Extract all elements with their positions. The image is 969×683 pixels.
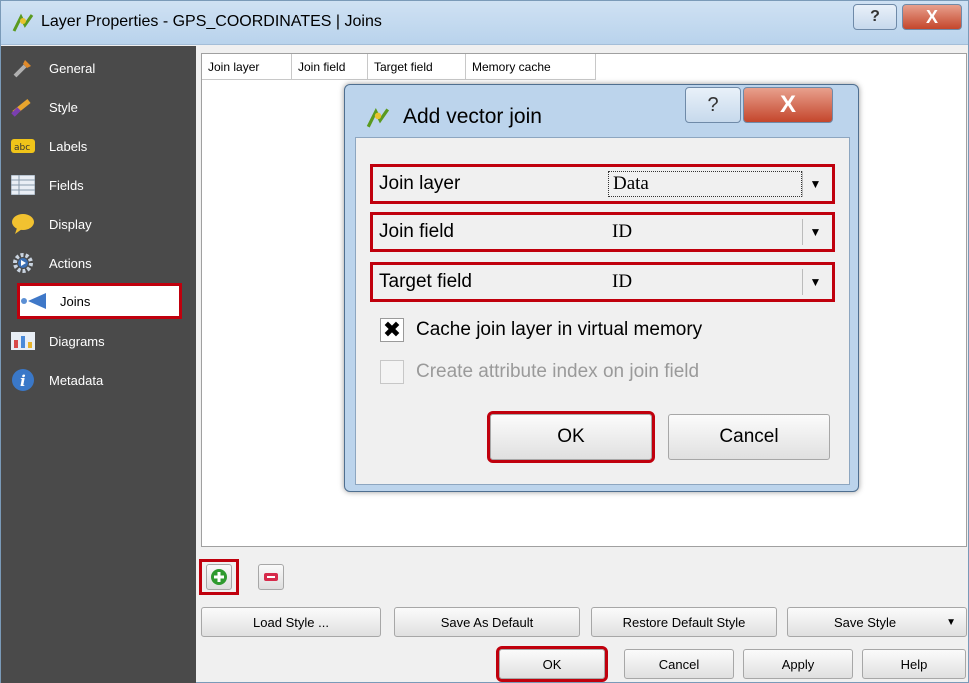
svg-text:abc: abc [14, 143, 30, 153]
cache-join-layer-checkbox-row[interactable]: ✖ Cache join layer in virtual memory [380, 315, 702, 345]
sidebar-item-metadata[interactable]: i Metadata [9, 362, 191, 398]
sidebar-item-joins[interactable]: Joins [17, 283, 182, 319]
dialog-close-button[interactable]: X [743, 87, 833, 123]
sidebar-item-fields[interactable]: Fields [9, 167, 191, 203]
join-field-row: Join field ID ▼ [370, 212, 835, 252]
window-title: Layer Properties - GPS_COORDINATES | Joi… [41, 13, 382, 30]
gear-icon [9, 251, 37, 275]
plus-icon [211, 569, 227, 585]
join-field-select[interactable]: ID ▼ [608, 217, 828, 247]
dialog-help-button[interactable]: ? [685, 87, 741, 123]
help-bottom-button[interactable]: Help [862, 649, 966, 679]
join-layer-label: Join layer [379, 173, 461, 194]
qgis-logo-icon [12, 13, 34, 32]
sidebar-item-label: Display [49, 216, 92, 232]
create-index-checkbox [380, 360, 404, 384]
sidebar-item-actions[interactable]: Actions [9, 245, 191, 281]
svg-text:i: i [20, 372, 26, 390]
speech-bubble-icon [9, 212, 37, 236]
join-field-value: ID [612, 221, 633, 242]
target-field-value: ID [612, 271, 633, 292]
table-icon [9, 173, 37, 197]
chevron-down-icon[interactable]: ▼ [802, 269, 828, 295]
brush-icon [9, 95, 37, 119]
sidebar-item-diagrams[interactable]: Diagrams [9, 323, 191, 359]
column-header-join-layer[interactable]: Join layer [202, 54, 292, 80]
minus-icon [264, 573, 278, 581]
dialog-ok-button[interactable]: OK [487, 411, 655, 463]
column-header-join-field[interactable]: Join field [292, 54, 368, 80]
save-style-button[interactable]: Save Style ▼ [787, 607, 967, 637]
info-icon: i [9, 368, 37, 392]
apply-button[interactable]: Apply [743, 649, 853, 679]
sidebar-item-general[interactable]: General [9, 50, 191, 86]
join-icon [20, 289, 48, 313]
remove-join-button[interactable] [251, 559, 291, 595]
ok-button[interactable]: OK [496, 646, 608, 682]
qgis-logo-icon [366, 107, 390, 128]
sidebar-item-label: Actions [49, 255, 92, 271]
chevron-down-icon[interactable]: ▼ [802, 219, 828, 245]
sidebar-item-label: Joins [60, 293, 91, 309]
add-join-button[interactable] [199, 559, 239, 595]
save-as-default-button[interactable]: Save As Default [394, 607, 580, 637]
target-field-label: Target field [379, 271, 472, 292]
help-button[interactable]: ? [853, 4, 897, 30]
cache-join-layer-label: Cache join layer in virtual memory [416, 319, 703, 340]
column-header-memory-cache[interactable]: Memory cache [466, 54, 596, 80]
sidebar-item-label: Diagrams [49, 333, 105, 349]
restore-default-style-button[interactable]: Restore Default Style [591, 607, 777, 637]
column-header-target-field[interactable]: Target field [368, 54, 466, 80]
join-layer-select[interactable]: Data ▼ [608, 169, 828, 199]
target-field-row: Target field ID ▼ [370, 262, 835, 302]
dialog-title-bar: Add vector join ? X [345, 85, 858, 137]
dialog-body: Join layer Data ▼ Join field ID ▼ Target… [355, 137, 850, 485]
join-field-label: Join field [379, 221, 454, 242]
sidebar-item-label: General [49, 60, 96, 76]
abc-label-icon: abc [9, 134, 37, 158]
sidebar-item-labels[interactable]: abc Labels [9, 128, 191, 164]
join-layer-row: Join layer Data ▼ [370, 164, 835, 204]
join-layer-value: Data [608, 171, 802, 197]
save-style-label: Save Style [834, 614, 897, 630]
sidebar-item-label: Labels [49, 138, 88, 154]
cancel-button[interactable]: Cancel [624, 649, 734, 679]
cache-join-layer-checkbox[interactable]: ✖ [380, 317, 404, 342]
sidebar-item-style[interactable]: Style [9, 89, 191, 125]
dialog-title: Add vector join [403, 105, 542, 128]
chart-icon [9, 329, 37, 353]
close-button[interactable]: X [902, 4, 962, 30]
sidebar-item-label: Style [49, 99, 78, 115]
chevron-down-icon[interactable]: ▼ [802, 171, 828, 197]
sidebar-item-display[interactable]: Display [9, 206, 191, 242]
sidebar: General Style abc Labels Fields Display [1, 46, 196, 683]
table-header: Join layer Join field Target field Memor… [202, 54, 596, 80]
target-field-select[interactable]: ID ▼ [608, 267, 828, 297]
create-index-checkbox-row: Create attribute index on join field [380, 357, 699, 387]
create-index-label: Create attribute index on join field [416, 361, 700, 382]
wrench-icon [9, 56, 37, 80]
dialog-cancel-button[interactable]: Cancel [668, 414, 830, 460]
title-bar: Layer Properties - GPS_COORDINATES | Joi… [1, 1, 968, 45]
add-vector-join-dialog: Add vector join ? X Join layer Data ▼ Jo… [344, 84, 859, 492]
sidebar-item-label: Fields [49, 177, 84, 193]
sidebar-item-label: Metadata [49, 372, 104, 388]
chevron-down-icon: ▼ [946, 616, 956, 628]
load-style-button[interactable]: Load Style ... [201, 607, 381, 637]
